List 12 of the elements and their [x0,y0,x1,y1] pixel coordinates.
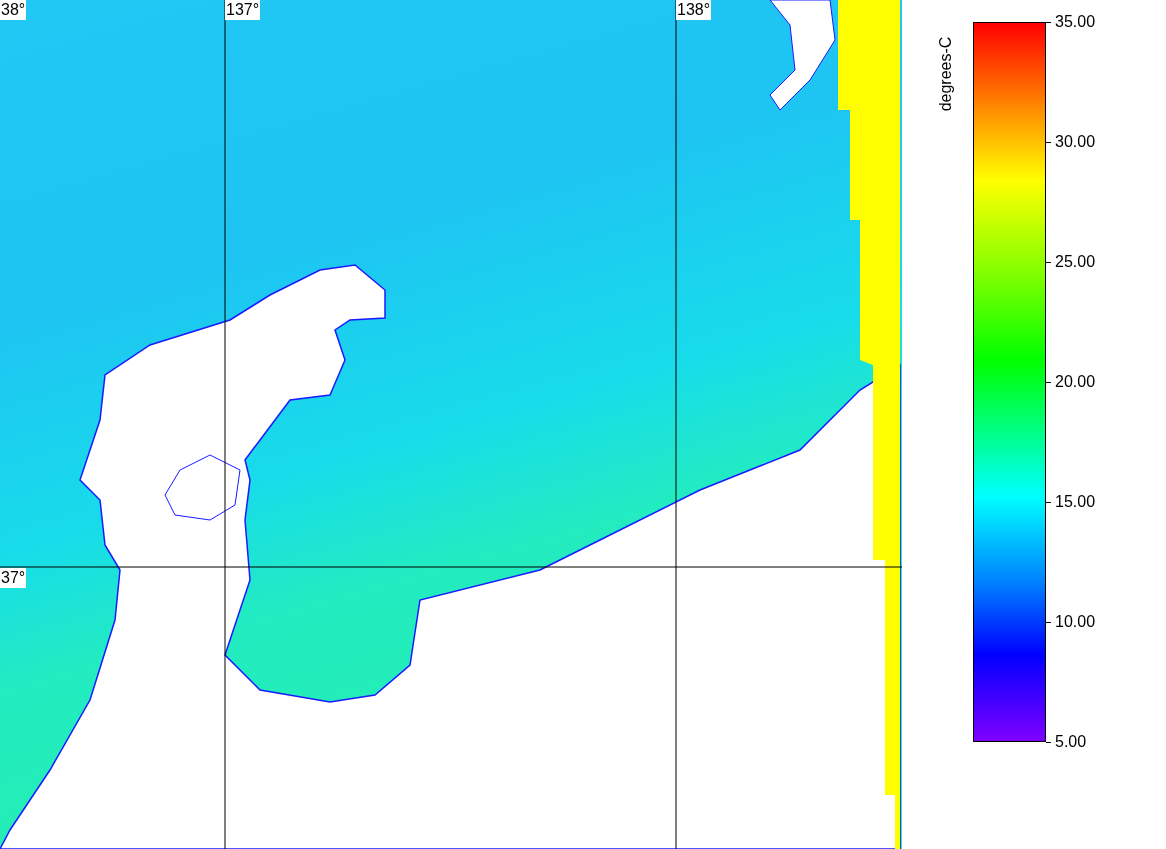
grid-label: 38° [0,0,27,20]
grid-label: 138° [676,0,712,20]
scale-tick-label: 30.00 [1055,133,1096,151]
scale-tick-label: 5.00 [1055,733,1087,751]
scale-tick-label: 20.00 [1055,373,1096,391]
grid-label: 37° [0,568,27,588]
scale-tick-label: 35.00 [1055,13,1096,31]
grid-label: 137° [225,0,261,20]
scale-tick-label: 10.00 [1055,613,1096,631]
scale-tick-label: 15.00 [1055,493,1096,511]
colorbar-title: degrees-C [936,36,955,112]
scale-tick-label: 25.00 [1055,253,1096,271]
